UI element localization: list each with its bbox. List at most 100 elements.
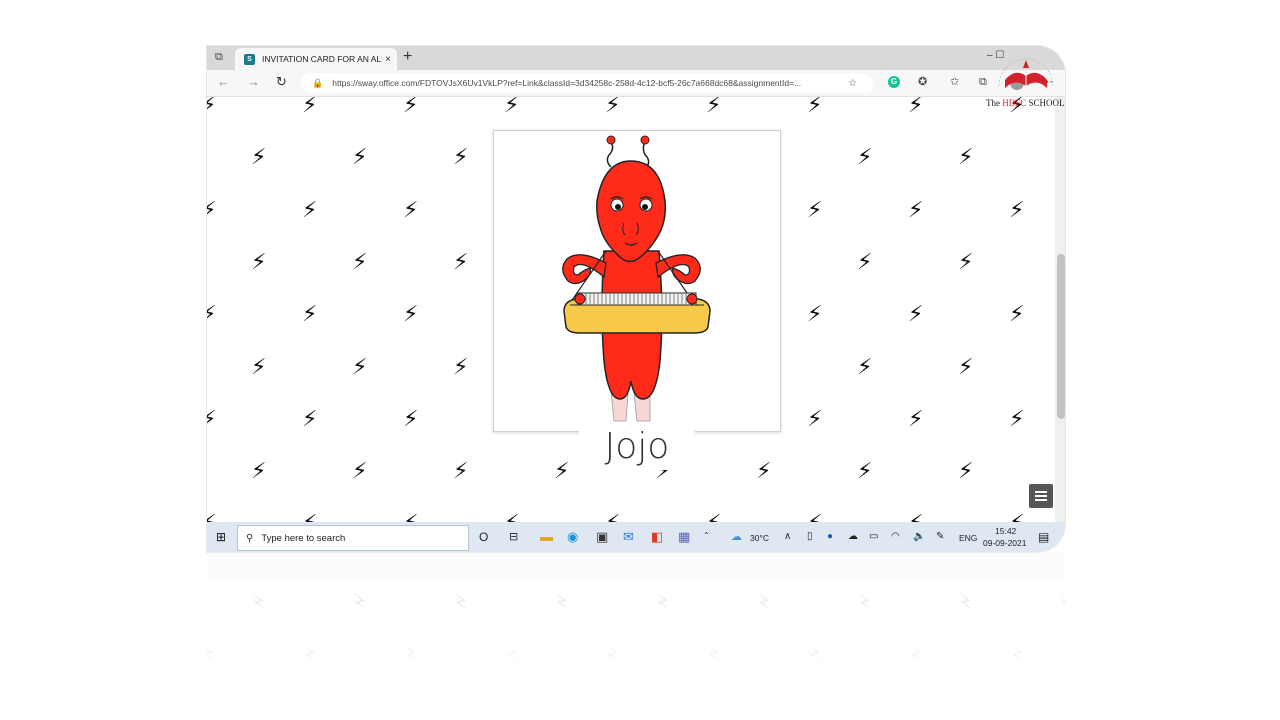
windows-start-icon[interactable]: ⊞ <box>216 531 226 543</box>
hdfc-school-logo: The HDFC SCHOOL <box>985 46 1067 110</box>
lightning-bolt-icon: ⚡ <box>857 250 873 275</box>
lightning-bolt-icon: ⚡ <box>1009 513 1024 523</box>
wifi-icon[interactable]: ◠ <box>891 529 900 545</box>
device-icon[interactable]: ▯ <box>807 529 813 545</box>
lightning-bolt-icon: ⚡ <box>958 355 974 380</box>
sway-content: ⚡ ⚡ ⚡ ⚡ ⚡ ⚡ ⚡ ⚡ ⚡ ⚡ ⚡ ⚡ ⚡ ⚡ ⚡ ⚡ ⚡ ⚡ ⚡ ⚡ ⚡ ⚡ ⚡ ⚡ ⚡ ⚡ ⚡ ⚡ ⚡ ⚡ ⚡ ⚡ ⚡ ⚡ ⚡ ⚡ ⚡ ⚡ ⚡ ⚡… <box>207 97 1065 522</box>
pen-icon[interactable]: ✎ <box>936 529 944 545</box>
lightning-bolt-icon: ⚡ <box>302 198 318 223</box>
lightning-bolt-icon: ⚡ <box>251 145 267 170</box>
lightning-bolt-icon: ⚡ <box>504 513 519 523</box>
lightning-bolt-icon: ⚡ <box>807 97 823 118</box>
tab-title: INVITATION CARD FOR AN ALIE <box>262 54 382 64</box>
lightning-bolt-icon: ⚡ <box>352 145 368 170</box>
tab-invitation-card[interactable]: S INVITATION CARD FOR AN ALIE × <box>235 48 397 70</box>
lightning-bolt-icon: ⚡ <box>302 302 318 327</box>
new-tab-icon[interactable]: + <box>403 49 412 65</box>
forward-icon[interactable]: → <box>247 75 260 89</box>
lightning-bolt-icon: ⚡ <box>403 97 419 118</box>
lightning-bolt-icon: ⚡ <box>605 97 621 118</box>
lightning-bolt-icon: ⚡ <box>207 407 217 432</box>
refresh-icon[interactable]: ↻ <box>276 75 287 89</box>
taskbar-overflow-icon[interactable]: ⌃ ⌄ <box>703 528 710 552</box>
lightning-bolt-icon: ⚡ <box>403 302 419 327</box>
lightning-bolt-icon: ⚡ <box>403 513 418 523</box>
lightning-bolt-icon: ⚡ <box>207 513 216 523</box>
clock-time[interactable]: 15:42 <box>995 526 1016 536</box>
lightning-bolt-icon: ⚡ <box>807 198 823 223</box>
reflection-fade <box>207 552 1065 720</box>
language-indicator[interactable]: ENG <box>959 533 977 543</box>
lightning-bolt-icon: ⚡ <box>302 97 318 118</box>
url-field[interactable]: 🔒 https://sway.office.com/FDTOVJsX6Uv1Vk… <box>301 73 873 93</box>
taskbar: ⊞ ⚲ O ⊟ ▬ ◉ ▣ ✉ ◧ ▦ ⌃⌄ ☁ 30°C ∧ ▯ ● ☁ ▭ … <box>207 522 1065 552</box>
back-icon[interactable]: ← <box>217 75 230 89</box>
tab-actions-icon[interactable]: ⧉ <box>215 51 227 63</box>
alien-illustration <box>562 135 711 422</box>
lock-icon[interactable]: 🔒 <box>312 78 323 89</box>
file-explorer-icon[interactable]: ▬ <box>540 529 553 545</box>
network-app-icon[interactable]: ● <box>827 529 833 545</box>
lightning-bolt-icon: ⚡ <box>352 250 368 275</box>
url-text[interactable]: https://sway.office.com/FDTOVJsX6Uv1VkLP… <box>332 78 842 88</box>
grammarly-icon[interactable]: G <box>888 76 900 88</box>
widgets-icon[interactable]: ⊟ <box>509 529 518 545</box>
lightning-bolt-icon: ⚡ <box>504 97 520 118</box>
lightning-bolt-icon: ⚡ <box>908 407 924 432</box>
tray-chevron-icon[interactable]: ∧ <box>784 529 791 545</box>
weather-icon[interactable]: ☁ <box>731 529 742 545</box>
lightning-bolt-icon: ⚡ <box>756 459 772 484</box>
image-card[interactable] <box>493 130 781 432</box>
lightning-bolt-icon: ⚡ <box>1009 407 1025 432</box>
task-view-icon[interactable]: O <box>479 529 488 545</box>
lightning-bolt-icon: ⚡ <box>857 355 873 380</box>
teams-icon[interactable]: ▦ <box>678 529 690 545</box>
navigation-button[interactable] <box>1029 484 1053 508</box>
lightning-bolt-icon: ⚡ <box>908 302 924 327</box>
lightning-bolt-icon: ⚡ <box>807 302 823 327</box>
lightning-bolt-icon: ⚡ <box>554 459 570 484</box>
tab-strip: ⧉ S INVITATION CARD FOR AN ALIE × + – ☐ <box>207 46 1065 70</box>
taskbar-search-input[interactable] <box>261 532 452 544</box>
notifications-icon[interactable]: ▤ <box>1038 529 1049 545</box>
lightning-bolt-icon: ⚡ <box>908 198 924 223</box>
lightning-bolt-icon: ⚡ <box>1009 302 1025 327</box>
lightning-bolt-icon: ⚡ <box>958 145 974 170</box>
lightning-bolt-icon: ⚡ <box>605 513 620 523</box>
search-icon: ⚲ <box>246 532 254 544</box>
store-icon[interactable]: ▣ <box>596 529 608 545</box>
lightning-bolt-icon: ⚡ <box>352 459 368 484</box>
clock-date[interactable]: 09-09-2021 <box>983 538 1026 548</box>
mail-icon[interactable]: ✉ <box>623 529 634 545</box>
lightning-bolt-icon: ⚡ <box>453 250 469 275</box>
lightning-bolt-icon: ⚡ <box>403 198 419 223</box>
edge-icon[interactable]: ◉ <box>567 529 578 545</box>
sway-favicon-icon: S <box>244 53 255 65</box>
tab-close-icon[interactable]: × <box>385 54 391 65</box>
lightning-bolt-icon: ⚡ <box>807 407 823 432</box>
temperature[interactable]: 30°C <box>750 533 769 543</box>
lightning-bolt-icon: ⚡ <box>302 513 317 523</box>
onedrive-icon[interactable]: ☁ <box>848 529 858 545</box>
office-icon[interactable]: ◧ <box>651 529 663 545</box>
lightning-bolt-icon: ⚡ <box>251 459 267 484</box>
lightning-bolt-icon: ⚡ <box>706 97 722 118</box>
lightning-bolt-icon: ⚡ <box>958 459 974 484</box>
lightning-bolt-icon: ⚡ <box>251 355 267 380</box>
lightning-bolt-icon: ⚡ <box>453 355 469 380</box>
favorites-icon[interactable]: ✩ <box>950 76 959 89</box>
scrollbar-thumb[interactable] <box>1057 254 1065 419</box>
battery-icon[interactable]: ▭ <box>869 529 878 545</box>
lightning-bolt-icon: ⚡ <box>857 459 873 484</box>
lightning-bolt-icon: ⚡ <box>908 513 923 523</box>
volume-icon[interactable]: 🔈 <box>913 529 925 545</box>
screen: ⧉ S INVITATION CARD FOR AN ALIE × + – ☐ … <box>207 46 1065 552</box>
lightning-bolt-icon: ⚡ <box>807 513 822 523</box>
lightning-bolt-icon: ⚡ <box>908 97 924 118</box>
favorite-add-icon[interactable]: ☆ <box>848 78 857 89</box>
extensions-icon[interactable]: ✪ <box>918 76 927 89</box>
lightning-bolt-icon: ⚡ <box>207 302 217 327</box>
lightning-bolt-icon: ⚡ <box>403 407 419 432</box>
taskbar-search[interactable]: ⚲ <box>237 525 469 551</box>
lightning-bolt-icon: ⚡ <box>706 513 721 523</box>
